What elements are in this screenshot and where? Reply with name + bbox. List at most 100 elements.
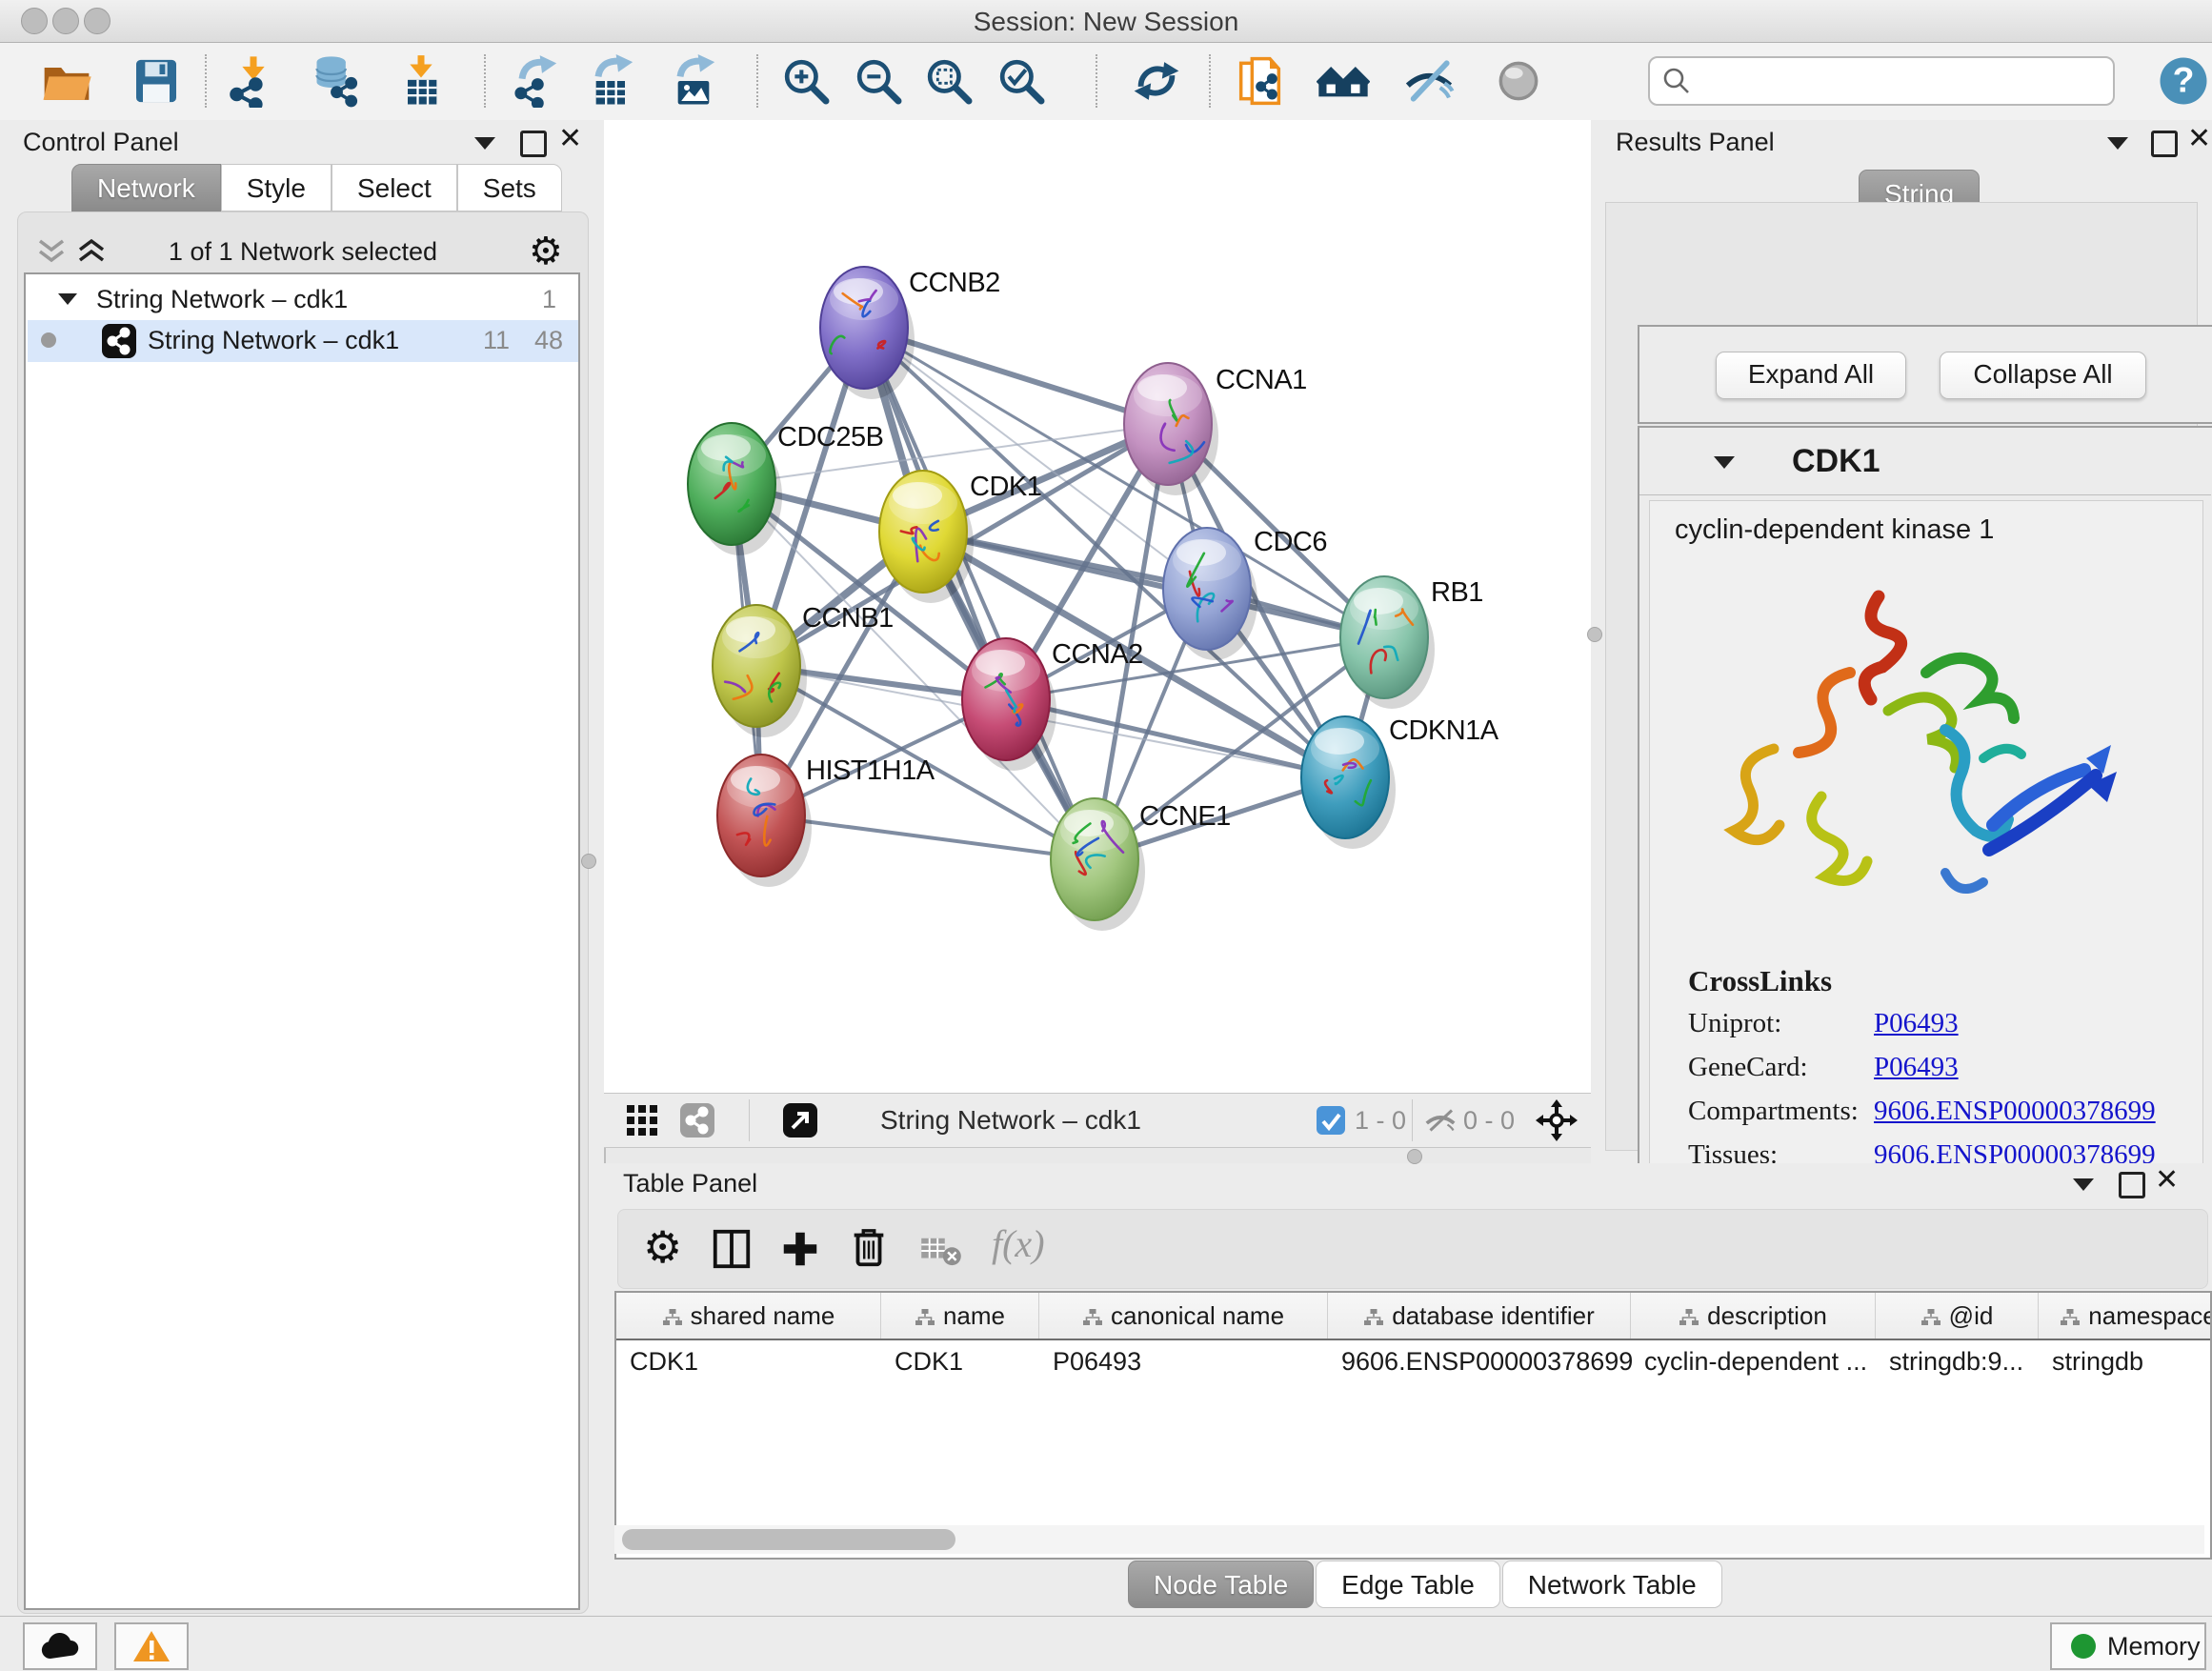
add-column-icon[interactable] (778, 1227, 822, 1271)
table-panel-close-icon[interactable]: ✕ (2155, 1163, 2179, 1197)
hide-selected-icon[interactable] (1402, 54, 1456, 108)
expand-all-button[interactable]: Expand All (1716, 352, 1906, 399)
network-options-gear-icon[interactable]: ⚙ (529, 230, 563, 273)
hscrollbar-thumb[interactable] (622, 1529, 955, 1550)
node-HIST1H1A[interactable] (717, 755, 812, 887)
cell[interactable]: stringdb (2039, 1340, 2212, 1382)
results-panel-menu-icon[interactable] (2107, 137, 2128, 150)
column-header-sharedname[interactable]: shared name (616, 1293, 881, 1339)
table-hscrollbar[interactable] (614, 1525, 2204, 1554)
expand-collapse-box: Expand All Collapse All (1638, 325, 2212, 424)
table-settings-gear-icon[interactable]: ⚙ (643, 1221, 682, 1273)
column-header-id[interactable]: @id (1876, 1293, 2039, 1339)
tab-sets[interactable]: Sets (457, 164, 562, 211)
results-panel-float-icon[interactable] (2151, 131, 2178, 157)
zoom-out-icon[interactable] (852, 54, 905, 108)
network-row[interactable]: String Network – cdk1 11 48 (28, 320, 578, 362)
separator (1412, 1099, 1413, 1141)
crosslink-link[interactable]: P06493 (1874, 1008, 1959, 1039)
move-crosshair-icon[interactable] (1536, 1099, 1578, 1141)
node-CDC6[interactable] (1163, 528, 1257, 660)
cloud-status-button[interactable] (23, 1622, 97, 1670)
export-image-icon[interactable] (667, 54, 720, 108)
export-network-icon[interactable] (509, 54, 562, 108)
column-header-namespace[interactable]: namespace (2039, 1293, 2212, 1339)
export-table-icon[interactable] (585, 54, 638, 108)
memory-button[interactable]: Memory (2050, 1622, 2206, 1670)
tab-edge-table[interactable]: Edge Table (1316, 1560, 1500, 1608)
crosslink-link[interactable]: 9606.ENSP00000378699 (1874, 1096, 2156, 1127)
crosslink-row: GeneCard:P06493 (1650, 1052, 2202, 1096)
control-panel-menu-icon[interactable] (474, 137, 495, 150)
crosslink-link[interactable]: P06493 (1874, 1052, 1959, 1083)
zoom-in-icon[interactable] (779, 54, 833, 108)
node-label-CDC6: CDC6 (1254, 527, 1327, 557)
help-icon[interactable]: ? (2157, 54, 2210, 108)
warning-button[interactable] (114, 1622, 189, 1670)
zoom-fit-icon[interactable] (922, 54, 975, 108)
cytoscape-window: Session: New Session ? Control Panel (0, 0, 2212, 1671)
table-panel-menu-icon[interactable] (2073, 1178, 2094, 1191)
table-header-row: shared namenamecanonical namedatabase id… (616, 1293, 2212, 1340)
refresh-icon[interactable] (1130, 54, 1183, 108)
bottom-splitter-grip[interactable] (1407, 1149, 1422, 1164)
protein-collapse-icon[interactable] (1714, 456, 1735, 469)
column-header-canonicalname[interactable]: canonical name (1039, 1293, 1328, 1339)
cell[interactable]: P06493 (1039, 1340, 1328, 1382)
collapse-all-button[interactable]: Collapse All (1940, 352, 2146, 399)
import-network-file-icon[interactable] (227, 54, 280, 108)
column-header-description[interactable]: description (1631, 1293, 1876, 1339)
table-panel-float-icon[interactable] (2119, 1172, 2145, 1198)
import-table-file-icon[interactable] (394, 54, 448, 108)
column-header-name[interactable]: name (881, 1293, 1039, 1339)
share-network-icon[interactable] (680, 1103, 714, 1137)
cell[interactable]: CDK1 (881, 1340, 1039, 1382)
results-panel-close-icon[interactable]: ✕ (2187, 122, 2211, 155)
network-canvas[interactable]: CCNB2CCNA1CDC25BCDK1CDC6RB1CCNB1CCNA2CDK… (604, 120, 1591, 1093)
delete-column-icon[interactable] (847, 1225, 891, 1271)
warning-icon (132, 1630, 171, 1662)
network-collection-row[interactable]: String Network – cdk1 1 (28, 282, 578, 320)
tab-node-table[interactable]: Node Table (1128, 1560, 1314, 1608)
collection-expand-icon[interactable] (58, 293, 77, 305)
open-session-icon[interactable] (40, 54, 93, 108)
tab-network[interactable]: Network (71, 164, 221, 211)
string-results-container: Expand All Collapse All CDK1 cyclin-depe… (1605, 202, 2198, 1151)
node-CDKN1A[interactable] (1301, 716, 1396, 849)
tab-network-table[interactable]: Network Table (1502, 1560, 1722, 1608)
tab-select[interactable]: Select (332, 164, 457, 211)
memory-label: Memory (2107, 1632, 2201, 1661)
selected-checkbox-icon[interactable] (1317, 1106, 1345, 1135)
show-all-icon[interactable] (1492, 54, 1545, 108)
houses-icon[interactable] (1317, 54, 1370, 108)
cell[interactable]: stringdb:9... (1876, 1340, 2039, 1382)
node-label-HIST1H1A: HIST1H1A (806, 755, 935, 786)
title-bar: Session: New Session (0, 0, 2212, 43)
save-session-icon[interactable] (130, 54, 183, 108)
cell[interactable]: 9606.ENSP00000378699 (1328, 1340, 1631, 1382)
node-CCNB1[interactable] (713, 605, 807, 737)
cell[interactable]: cyclin-dependent ... (1631, 1340, 1876, 1382)
node-CCNB2[interactable] (820, 267, 915, 399)
protein-description: cyclin-dependent kinase 1 (1675, 514, 1994, 546)
network-edge-count: 48 (534, 326, 563, 355)
right-splitter-grip[interactable] (1587, 627, 1602, 642)
node-RB1[interactable] (1340, 576, 1435, 709)
control-panel-float-icon[interactable] (520, 131, 547, 157)
column-header-databaseidentifier[interactable]: database identifier (1328, 1293, 1631, 1339)
network-view-title: String Network – cdk1 (880, 1105, 1141, 1136)
tab-style[interactable]: Style (221, 164, 332, 211)
node-CCNA2[interactable] (962, 638, 1056, 771)
new-network-from-selection-icon[interactable] (1237, 54, 1290, 108)
search-input[interactable] (1701, 62, 2105, 98)
zoom-selected-icon[interactable] (995, 54, 1048, 108)
grid-icon[interactable] (627, 1105, 659, 1136)
node-CCNE1[interactable] (1051, 798, 1145, 931)
control-panel-close-icon[interactable]: ✕ (558, 122, 582, 155)
string-network-graph[interactable]: CCNB2CCNA1CDC25BCDK1CDC6RB1CCNB1CCNA2CDK… (604, 120, 1591, 1093)
cell[interactable]: CDK1 (616, 1340, 881, 1382)
open-in-window-icon[interactable] (783, 1103, 817, 1137)
import-network-database-icon[interactable] (307, 54, 360, 108)
left-splitter-grip[interactable] (581, 854, 596, 869)
show-columns-icon[interactable] (710, 1227, 754, 1271)
